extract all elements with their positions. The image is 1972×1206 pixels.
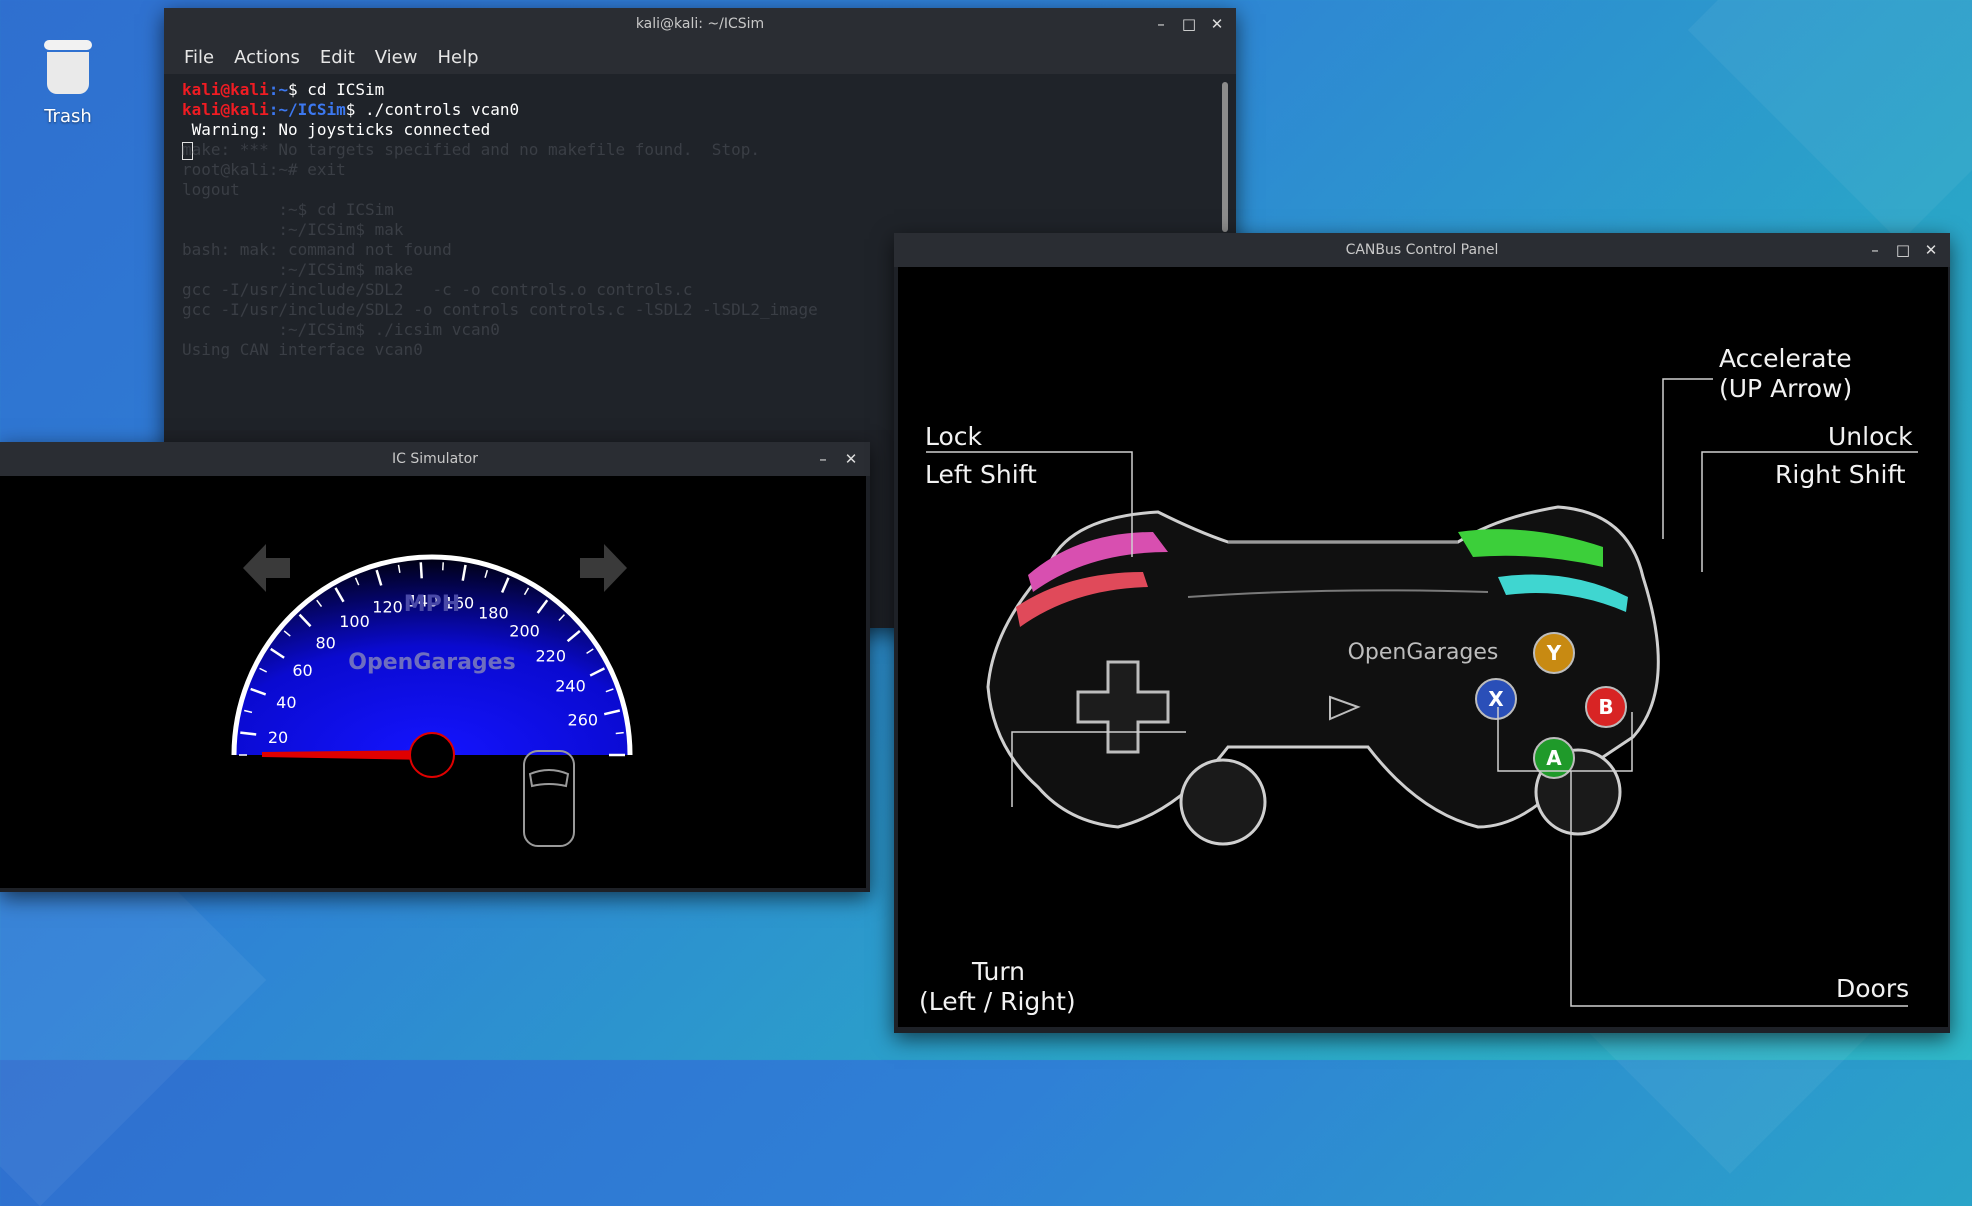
maximize-button[interactable]: □ [1892, 239, 1914, 261]
right-turn-arrow-icon [580, 544, 627, 592]
ghost-line: :~$ cd ICSim [182, 200, 1236, 220]
speedometer-graphic: 20406080100120140160180200220240260 MPH … [0, 476, 866, 888]
close-button[interactable]: ✕ [1206, 13, 1228, 35]
gauge-tick-label: 200 [509, 622, 540, 641]
unlock-label: Unlock [1828, 422, 1913, 451]
gauge-tick [421, 562, 422, 578]
control-panel-titlebar[interactable]: CANBus Control Panel – □ ✕ [894, 233, 1950, 267]
gauge-tick-label: 20 [268, 728, 288, 747]
gauge-tick-label: 100 [339, 612, 370, 631]
ghost-line: root@kali:~# exit [182, 160, 1236, 180]
ic-titlebar[interactable]: IC Simulator – ✕ [0, 442, 870, 476]
terminal-menubar: File Actions Edit View Help [164, 40, 1236, 74]
gauge-tick-label: 220 [535, 646, 566, 665]
ghost-line: logout [182, 180, 1236, 200]
maximize-button[interactable]: □ [1178, 13, 1200, 35]
ic-canvas: 20406080100120140160180200220240260 MPH … [0, 476, 866, 888]
terminal-title: kali@kali: ~/ICSim [164, 8, 1236, 40]
terminal-scrollbar[interactable] [1222, 82, 1228, 232]
terminal-warning: Warning: No joysticks connected [182, 120, 1236, 140]
lock-label: Lock [925, 422, 982, 451]
ic-simulator-window: IC Simulator – ✕ 20406080100120140160180… [0, 442, 870, 892]
trash-desktop-icon[interactable]: Trash [38, 40, 98, 127]
left-stick [1181, 760, 1265, 844]
b-button-label: B [1598, 695, 1613, 719]
gauge-tick [616, 733, 624, 734]
trash-icon [44, 40, 92, 50]
accelerate-key-label: (UP Arrow) [1719, 374, 1852, 403]
left-turn-arrow-icon [243, 544, 290, 592]
ic-title: IC Simulator [0, 442, 870, 476]
minimize-button[interactable]: – [1864, 239, 1886, 261]
gauge-tick-label: 260 [568, 710, 599, 729]
trash-label: Trash [38, 106, 98, 127]
gauge-tick-label: 120 [372, 598, 403, 617]
lock-key-label: Left Shift [925, 460, 1037, 489]
menu-help[interactable]: Help [429, 43, 486, 72]
controller-canvas[interactable]: Y X B A OpenGarages Accelerate (UP Arrow… [898, 267, 1948, 1027]
gauge-tick-label: 40 [276, 693, 296, 712]
gauge-tick-label: 60 [292, 661, 312, 680]
turn-label: Turn [972, 957, 1025, 986]
terminal-line: kali@kali:~/ICSim$ ./controls vcan0 [182, 100, 1236, 120]
turn-key-label: (Left / Right) [919, 987, 1076, 1016]
unlock-key-label: Right Shift [1775, 460, 1906, 489]
canbus-control-panel-window: CANBus Control Panel – □ ✕ [894, 233, 1950, 1033]
y-button-label: Y [1546, 641, 1562, 665]
menu-view[interactable]: View [367, 43, 426, 72]
gauge-tick-label: 80 [315, 633, 335, 652]
menu-edit[interactable]: Edit [312, 43, 363, 72]
menu-actions[interactable]: Actions [226, 43, 308, 72]
close-button[interactable]: ✕ [1920, 239, 1942, 261]
menu-file[interactable]: File [176, 43, 222, 72]
controller-brand: OpenGarages [1348, 640, 1499, 665]
gauge-brand: OpenGarages [348, 650, 515, 675]
gauge-unit: MPH [404, 592, 460, 617]
close-button[interactable]: ✕ [840, 448, 862, 470]
doors-label: Doors [1836, 974, 1909, 1003]
minimize-button[interactable]: – [1150, 13, 1172, 35]
terminal-titlebar[interactable]: kali@kali: ~/ICSim – □ ✕ [164, 8, 1236, 40]
terminal-cursor-line: make: *** No targets specified and no ma… [182, 140, 1236, 160]
control-panel-title: CANBus Control Panel [894, 233, 1950, 267]
car-door-icon [524, 751, 574, 846]
minimize-button[interactable]: – [812, 448, 834, 470]
gauge-tick-label: 240 [555, 676, 586, 695]
a-button-label: A [1546, 746, 1562, 770]
terminal-line: kali@kali:~$ cd ICSim [182, 80, 1236, 100]
gauge-tick-label: 180 [478, 604, 509, 623]
needle-hub [410, 733, 454, 777]
accelerate-label: Accelerate [1719, 344, 1852, 373]
x-button-label: X [1488, 687, 1504, 711]
